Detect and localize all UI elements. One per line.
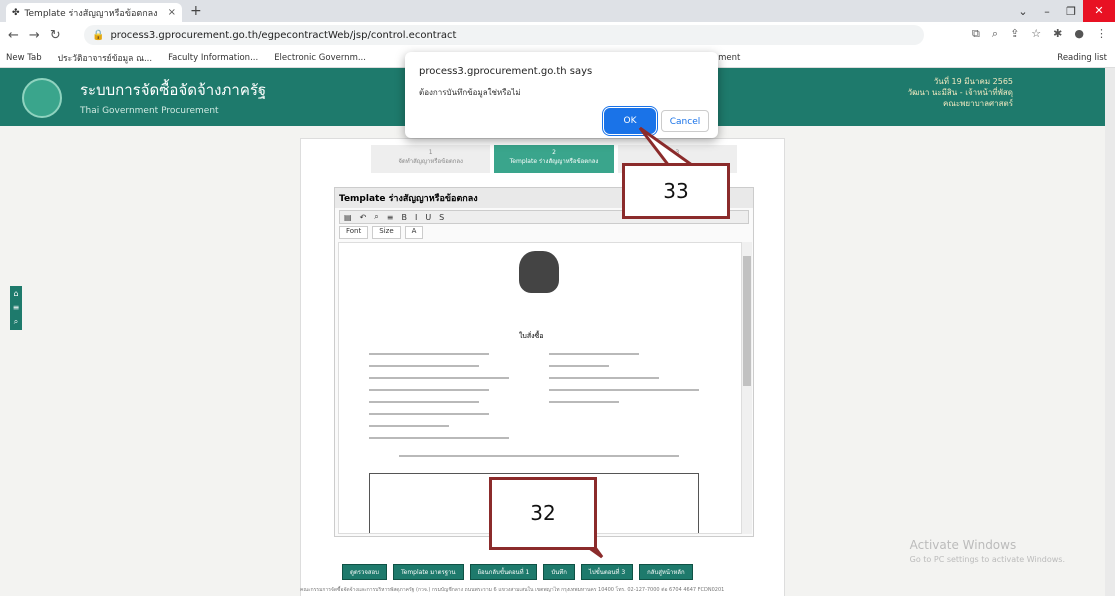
callout-32: 32 (489, 477, 597, 550)
callout-33: 33 (622, 163, 730, 219)
